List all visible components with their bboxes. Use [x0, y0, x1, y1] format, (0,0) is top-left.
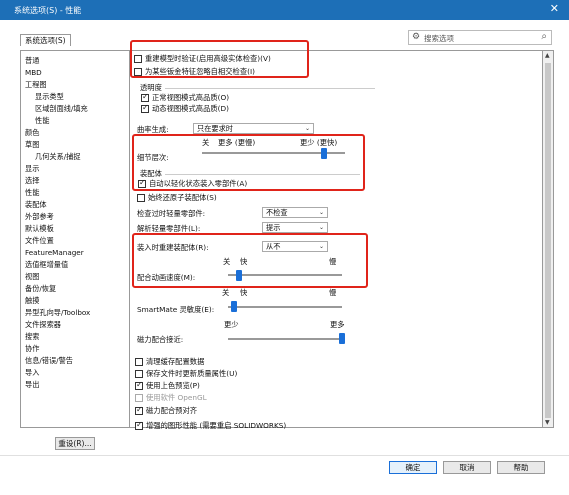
scrollbar[interactable]: ▲ ▼: [542, 50, 554, 428]
save-mass-props-label: 保存文件时更新质量属性(U): [146, 369, 238, 378]
smartmate-slider-thumb[interactable]: [230, 301, 237, 312]
tree-item-selection[interactable]: 选择: [25, 176, 39, 185]
tree-item-default-templates[interactable]: 默认模板: [25, 224, 54, 233]
curvature-label: 曲率生成:: [137, 125, 169, 134]
chevron-down-icon: ⌄: [318, 224, 324, 231]
highlight-box-rebuild: [132, 233, 368, 288]
tree-item-display-style[interactable]: 显示类型: [35, 92, 64, 101]
check-lightweight-select[interactable]: 不检查 ⌄: [262, 207, 328, 218]
tree-item-colors[interactable]: 颜色: [25, 128, 39, 137]
search-placeholder: 搜索选项: [424, 34, 454, 43]
shaded-preview-label: 使用上色预览(P): [146, 381, 200, 390]
tree-item-file-explorer[interactable]: 文件探索器: [25, 320, 61, 329]
purge-cache-label: 清理缓存配置数据: [146, 357, 205, 366]
ok-button[interactable]: 确定: [389, 461, 437, 474]
smartmate-label: SmartMate 灵敏度(E):: [137, 305, 215, 314]
tree-item-hole-wizard[interactable]: 异型孔向导/Toolbox: [25, 308, 90, 317]
software-opengl-checkbox[interactable]: [135, 394, 143, 402]
search-input[interactable]: ⚙ 搜索选项 ⌕: [408, 30, 552, 45]
tree-item-backup[interactable]: 备份/恢复: [25, 284, 56, 293]
transparency-divider: [165, 88, 375, 89]
help-button[interactable]: 帮助: [497, 461, 545, 474]
window-title: 系统选项(S) - 性能: [14, 6, 82, 15]
shaded-preview-checkbox[interactable]: [135, 380, 143, 390]
always-resolve-checkbox[interactable]: [137, 194, 145, 202]
curvature-value: 只在要求时: [197, 124, 233, 133]
tree-item-spin-increments[interactable]: 选值框增量值: [25, 260, 68, 269]
always-resolve-label: 始终还原子装配体(S): [148, 193, 217, 202]
tree-item-display[interactable]: 显示: [25, 164, 39, 173]
tree-item-touch[interactable]: 触摸: [25, 296, 39, 305]
enhanced-graphics-label: 增强的图形性能 (需要重启 SOLIDWORKS): [146, 421, 287, 430]
check-lightweight-label: 检查过时轻量零部件:: [137, 209, 206, 218]
smartmate-fast-label: 快: [240, 288, 248, 297]
tree-item-drawings[interactable]: 工程图: [25, 80, 47, 89]
tree-item-general[interactable]: 普通: [25, 56, 39, 65]
tab-system-options[interactable]: 系统选项(S): [20, 34, 71, 46]
tree-item-featuremanager[interactable]: FeatureManager: [25, 248, 84, 257]
close-icon[interactable]: ✕: [550, 2, 559, 15]
reset-button[interactable]: 重设(R)...: [55, 437, 95, 450]
resolve-lightweight-select[interactable]: 提示 ⌄: [262, 222, 328, 233]
gear-icon: ⚙: [412, 32, 421, 42]
title-bar: 系统选项(S) - 性能 ✕: [0, 0, 569, 20]
purge-cache-checkbox[interactable]: [135, 358, 143, 366]
tree-item-mbd[interactable]: MBD: [25, 68, 42, 77]
transparency-dynamic-checkbox[interactable]: [141, 103, 149, 113]
search-icon[interactable]: ⌕: [541, 31, 547, 42]
chevron-down-icon: ⌄: [318, 209, 324, 216]
scrollbar-thumb[interactable]: [545, 63, 551, 418]
cancel-button[interactable]: 取消: [443, 461, 491, 474]
tree-item-performance[interactable]: 性能: [25, 188, 39, 197]
tree-item-external-refs[interactable]: 外部参考: [25, 212, 54, 221]
tree-item-area-hatch[interactable]: 区域剖面线/填充: [35, 104, 88, 113]
save-mass-props-checkbox[interactable]: [135, 370, 143, 378]
magnetic-label: 磁力配合接近:: [137, 335, 184, 344]
smartmate-slow-label: 慢: [329, 288, 337, 297]
transparency-normal-checkbox[interactable]: [141, 92, 149, 102]
resolve-lightweight-label: 解析轻量零部件(L):: [137, 224, 201, 233]
magnetic-slider[interactable]: [228, 338, 342, 340]
software-opengl-label: 使用软件 OpenGL: [146, 393, 207, 402]
tree-item-import[interactable]: 导入: [25, 368, 39, 377]
highlight-box-level-of-detail: [132, 134, 365, 191]
transparency-normal-label: 正常视图模式高品质(O): [152, 93, 230, 102]
highlight-box-verification: [130, 40, 309, 78]
tree-item-file-locations[interactable]: 文件位置: [25, 236, 54, 245]
tree-item-view[interactable]: 视图: [25, 272, 39, 281]
check-lightweight-value: 不检查: [266, 208, 288, 217]
magnetic-mates-label: 磁力配合预对齐: [146, 406, 198, 415]
tree-item-assemblies[interactable]: 装配体: [25, 200, 47, 209]
magnetic-mates-checkbox[interactable]: [135, 405, 143, 415]
scroll-down-icon[interactable]: ▼: [545, 419, 550, 426]
mate-more-label: 更多: [330, 320, 345, 329]
tree-item-search[interactable]: 搜索: [25, 332, 39, 341]
mate-less-label: 更少: [224, 320, 239, 329]
chevron-down-icon: ⌄: [304, 125, 310, 132]
smartmate-off-label: 关: [222, 288, 230, 297]
enhanced-graphics-checkbox[interactable]: [135, 420, 143, 430]
smartmate-slider[interactable]: [228, 306, 342, 308]
scroll-up-icon[interactable]: ▲: [545, 52, 550, 59]
curvature-select[interactable]: 只在要求时 ⌄: [193, 123, 314, 134]
transparency-dynamic-label: 动态视图模式高品质(D): [152, 104, 229, 113]
footer-divider: [0, 455, 569, 456]
resolve-lightweight-value: 提示: [266, 223, 281, 232]
transparency-title: 透明度: [140, 83, 162, 92]
tree-item-drawing-performance[interactable]: 性能: [35, 116, 49, 125]
tree-item-collaboration[interactable]: 协作: [25, 344, 39, 353]
tree-item-export[interactable]: 导出: [25, 380, 39, 389]
magnetic-slider-thumb[interactable]: [339, 333, 345, 344]
options-tree: 普通 MBD 工程图 显示类型 区域剖面线/填充 性能 颜色 草图 几何关系/捕…: [20, 50, 130, 428]
tree-item-messages[interactable]: 信息/错误/警告: [25, 356, 73, 365]
tree-item-relations-snaps[interactable]: 几何关系/捕捉: [35, 152, 81, 161]
tree-item-sketch[interactable]: 草图: [25, 140, 39, 149]
